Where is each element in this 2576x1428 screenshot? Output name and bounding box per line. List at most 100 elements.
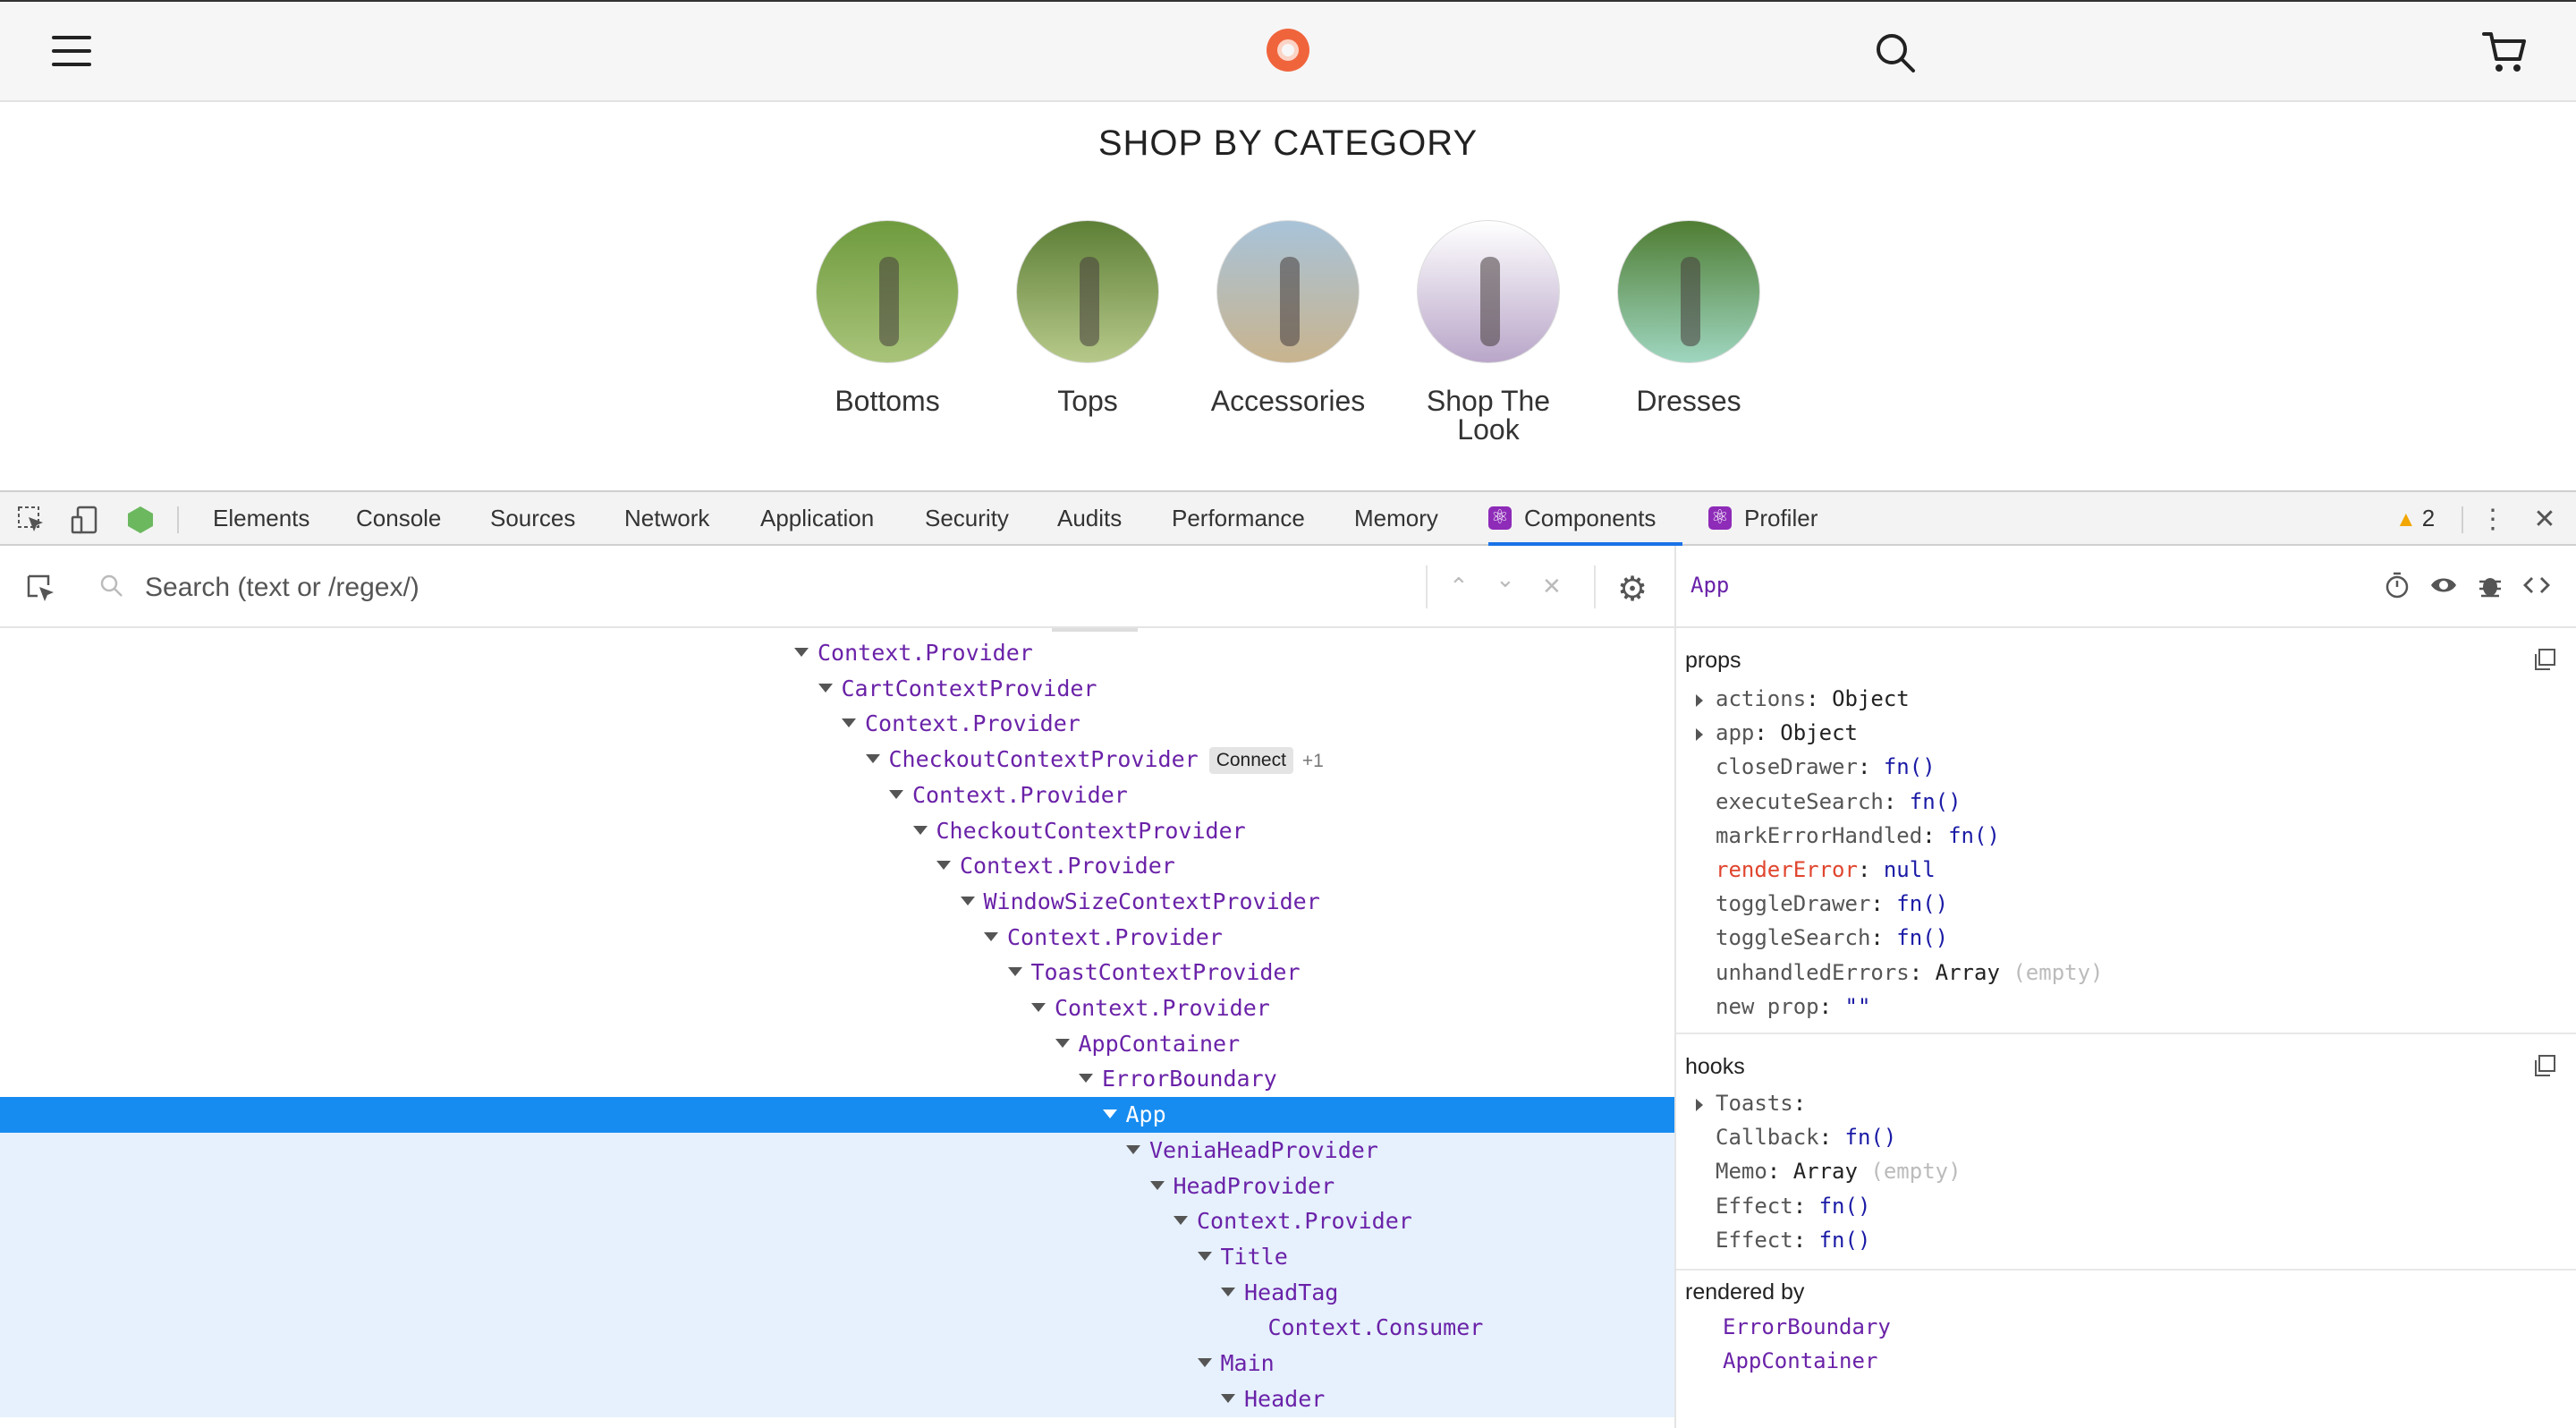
expand-toggle-icon[interactable] xyxy=(912,825,928,835)
category-label[interactable]: Accessories xyxy=(1190,387,1386,415)
tab-components[interactable]: Components xyxy=(1488,491,1683,546)
expand-toggle-icon[interactable] xyxy=(842,718,856,728)
next-result-icon[interactable]: ⌄ xyxy=(1496,565,1515,593)
expand-toggle-icon[interactable] xyxy=(1221,1287,1235,1296)
category-item[interactable]: Shop The Look xyxy=(1390,220,1587,444)
category-label[interactable]: Shop The Look xyxy=(1417,387,1560,444)
expand-toggle-icon[interactable] xyxy=(865,754,880,764)
category-item[interactable]: Tops xyxy=(989,220,1186,415)
tree-row[interactable]: CheckoutContextProvider Connect +1 xyxy=(0,742,1674,778)
tree-row[interactable]: HeadTag xyxy=(0,1274,1674,1311)
prop-value[interactable]: Array xyxy=(1936,960,2000,985)
prop-value[interactable]: Object xyxy=(1780,720,1858,745)
clear-search-icon[interactable]: ✕ xyxy=(1542,573,1562,600)
tree-row[interactable]: Header xyxy=(0,1381,1674,1417)
owner-link[interactable]: ErrorBoundary xyxy=(1723,1310,1891,1344)
tree-row[interactable]: VeniaHeadProvider xyxy=(0,1132,1674,1169)
expand-toggle-icon[interactable] xyxy=(984,931,998,941)
tree-row[interactable]: CartContextProvider xyxy=(0,671,1674,707)
hook-key[interactable]: Effect xyxy=(1716,1194,1793,1219)
tree-row-selected[interactable]: App xyxy=(0,1097,1674,1134)
search-icon[interactable] xyxy=(1875,32,1916,73)
expand-toggle-icon[interactable] xyxy=(1007,967,1022,977)
prop-key[interactable]: new prop xyxy=(1716,994,1819,1019)
hook-key[interactable]: Memo xyxy=(1716,1159,1767,1184)
logo[interactable] xyxy=(1265,27,1311,73)
hook-value[interactable]: fn() xyxy=(1819,1228,1871,1253)
tab-memory[interactable]: Memory xyxy=(1354,492,1438,544)
inspect-dom-eye-icon[interactable] xyxy=(2429,571,2458,599)
hook-value[interactable]: fn() xyxy=(1819,1194,1871,1219)
cart-icon[interactable] xyxy=(2481,29,2528,75)
log-bug-icon[interactable] xyxy=(2476,571,2504,599)
suspend-timer-icon[interactable] xyxy=(2383,571,2411,599)
category-item[interactable]: Bottoms xyxy=(789,220,986,415)
tab-profiler[interactable]: Profiler xyxy=(1708,491,1818,544)
hook-key[interactable]: Callback xyxy=(1716,1125,1819,1150)
expand-toggle-icon[interactable] xyxy=(818,683,833,693)
expand-toggle-icon[interactable] xyxy=(1031,1003,1046,1012)
more-options-icon[interactable]: ⋮ xyxy=(2478,505,2508,535)
tree-row[interactable]: Context.Consumer xyxy=(0,1310,1674,1347)
prop-value[interactable]: fn() xyxy=(1896,891,1948,916)
tree-row[interactable]: WindowSizeContextProvider xyxy=(0,884,1674,920)
close-devtools-icon[interactable]: ✕ xyxy=(2529,505,2560,535)
category-image[interactable] xyxy=(1016,220,1159,363)
prop-key[interactable]: toggleDrawer xyxy=(1716,891,1870,916)
tree-row[interactable]: Context.Provider xyxy=(0,848,1674,884)
prop-value[interactable]: null xyxy=(1884,857,1936,882)
tree-row[interactable]: Context.Provider xyxy=(0,635,1674,671)
prop-value[interactable]: fn() xyxy=(1884,754,1936,779)
view-source-icon[interactable] xyxy=(2522,571,2551,599)
expand-toggle-icon[interactable] xyxy=(794,648,809,657)
copy-hooks-icon[interactable] xyxy=(2533,1054,2556,1077)
tab-performance[interactable]: Performance xyxy=(1172,492,1305,544)
expand-toggle-icon[interactable] xyxy=(1696,1099,1703,1111)
menu-icon[interactable] xyxy=(52,36,91,66)
hook-key[interactable]: Toasts xyxy=(1716,1091,1793,1116)
expand-toggle-icon[interactable] xyxy=(1102,1109,1117,1119)
copy-props-icon[interactable] xyxy=(2533,648,2556,671)
settings-gear-icon[interactable]: ⚙ xyxy=(1617,569,1648,609)
inspect-element-icon[interactable] xyxy=(16,505,47,535)
select-component-icon[interactable] xyxy=(25,573,57,605)
category-image[interactable] xyxy=(1216,220,1360,363)
hook-key[interactable]: Effect xyxy=(1716,1228,1793,1253)
prop-value[interactable]: fn() xyxy=(1910,789,1962,814)
tree-row[interactable]: Context.Provider xyxy=(0,706,1674,742)
expand-toggle-icon[interactable] xyxy=(1126,1144,1140,1154)
tree-row[interactable]: Context.Provider xyxy=(0,778,1674,813)
category-image[interactable] xyxy=(1417,220,1560,363)
prop-key[interactable]: toggleSearch xyxy=(1716,925,1870,950)
tab-security[interactable]: Security xyxy=(925,492,1009,544)
tree-row[interactable]: AppContainer xyxy=(0,1026,1674,1062)
prop-key[interactable]: markErrorHandled xyxy=(1716,823,1922,848)
tab-network[interactable]: Network xyxy=(624,492,709,544)
expand-toggle-icon[interactable] xyxy=(1149,1180,1165,1190)
tree-row[interactable]: Main xyxy=(0,1346,1674,1381)
prop-value[interactable]: fn() xyxy=(1948,823,2000,848)
tab-elements[interactable]: Elements xyxy=(213,492,309,544)
category-label[interactable]: Dresses xyxy=(1590,387,1787,415)
node-icon[interactable] xyxy=(125,505,156,535)
prop-value[interactable]: fn() xyxy=(1896,925,1948,950)
tab-console[interactable]: Console xyxy=(356,492,441,544)
expand-toggle-icon[interactable] xyxy=(960,896,975,905)
expand-toggle-icon[interactable] xyxy=(1197,1358,1212,1367)
expand-toggle-icon[interactable] xyxy=(889,789,903,799)
tree-row[interactable]: Context.Provider xyxy=(0,920,1674,956)
prop-key[interactable]: app xyxy=(1716,720,1754,745)
hook-row[interactable]: Toasts: xyxy=(1696,1086,1806,1120)
tree-row[interactable]: Title xyxy=(0,1238,1674,1275)
category-image[interactable] xyxy=(1617,220,1760,363)
expand-toggle-icon[interactable] xyxy=(1221,1393,1235,1403)
tab-sources[interactable]: Sources xyxy=(490,492,575,544)
tree-row[interactable]: HeadProvider xyxy=(0,1168,1674,1204)
expand-toggle-icon[interactable] xyxy=(1174,1216,1188,1226)
category-item[interactable]: Accessories xyxy=(1190,220,1386,415)
tree-row[interactable]: Context.Provider xyxy=(0,1203,1674,1240)
tab-audits[interactable]: Audits xyxy=(1057,492,1122,544)
prop-value[interactable]: "" xyxy=(1845,994,1871,1019)
prop-key[interactable]: actions xyxy=(1716,686,1806,711)
tree-row[interactable]: ToastContextProvider xyxy=(0,955,1674,990)
